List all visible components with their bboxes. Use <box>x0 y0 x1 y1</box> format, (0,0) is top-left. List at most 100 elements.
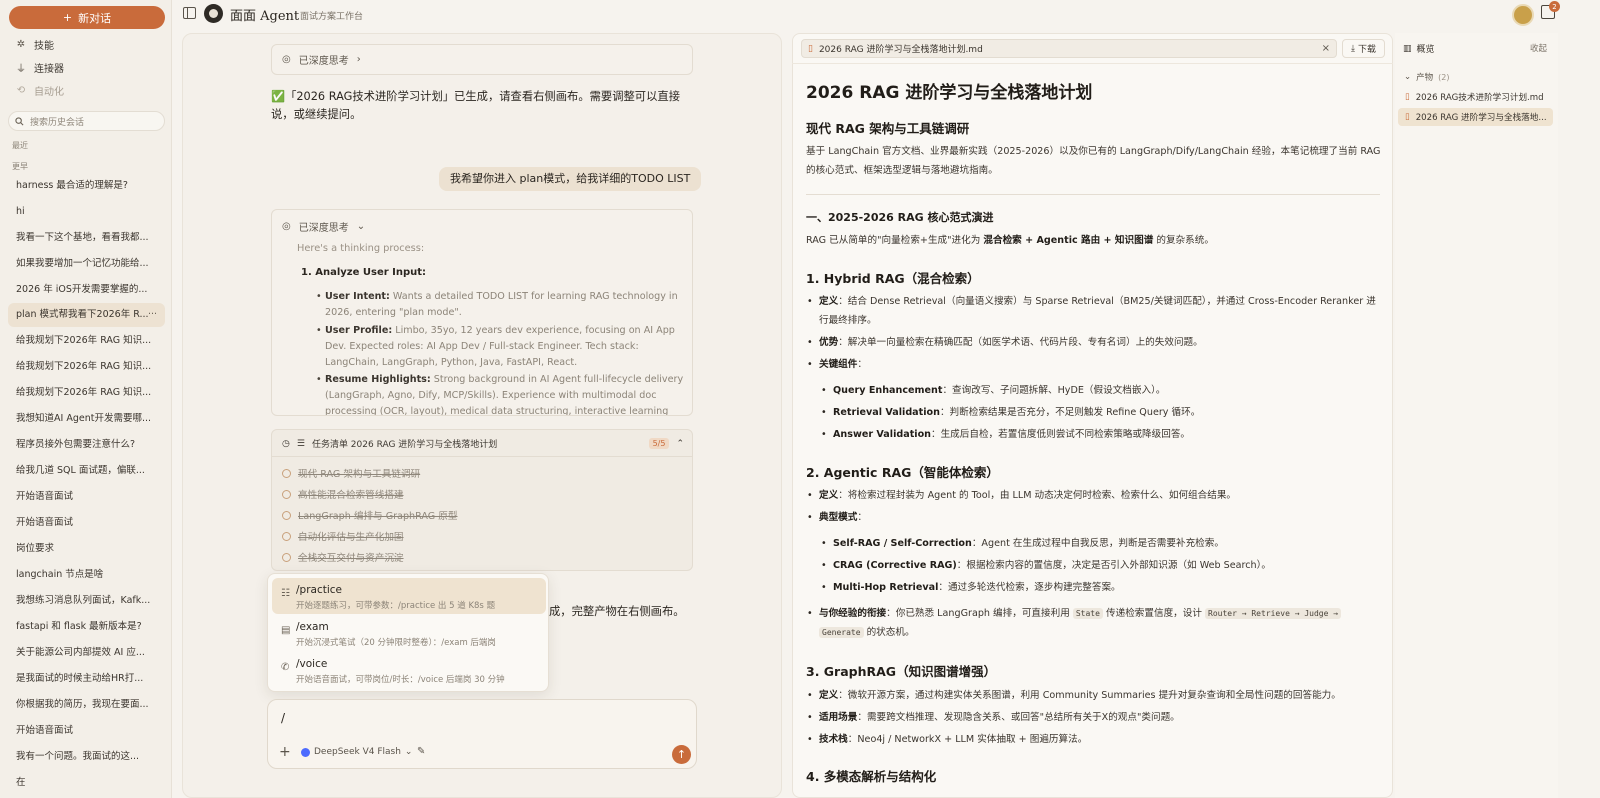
overview-title: 概览 <box>1416 45 1435 55</box>
plus-icon: + <box>62 11 73 24</box>
command-exam[interactable]: ▤ /exam 开始沉浸式笔试（20 分钟限时整卷）：/exam 后端岗 <box>272 615 546 651</box>
panel-icon: ▥ <box>1403 43 1412 54</box>
doc-heading: 现代 RAG 架构与工具链调研 <box>806 121 970 136</box>
file-icon: ▯ <box>808 43 813 54</box>
brand-logo <box>204 4 223 23</box>
doc-list-item: 定义：微软开源方案，通过构建实体关系图谱，利用 Community Summar… <box>807 686 1379 705</box>
artifact-group[interactable]: ⌄ 产物 (2) <box>1404 71 1449 83</box>
file-icon: ▯ <box>1405 112 1410 122</box>
inline-code: State <box>1072 608 1103 619</box>
sidebar-item-connectors[interactable]: ⏚ 连接器 <box>16 59 64 75</box>
artifact-count: (2) <box>1438 72 1450 82</box>
history-item[interactable]: 给我几道 SQL 面试题，偏联... <box>16 463 166 479</box>
history-item[interactable]: 给我规划下2026年 RAG 知识... <box>16 359 166 375</box>
sidebar-item-automation[interactable]: ⟲ 自动化 <box>16 82 64 98</box>
command-desc: 开始沉浸式笔试（20 分钟限时整卷）：/exam 后端岗 <box>296 638 496 648</box>
task-item: 全栈交互交付与资产沉淀 <box>282 550 404 564</box>
divider <box>792 63 1393 64</box>
artifact-item-selected[interactable]: ▯ 2026 RAG 进阶学习与全栈落地... <box>1398 108 1553 126</box>
download-icon: ⤓ <box>1351 43 1355 54</box>
history-item[interactable]: 我有一个问题。我面试的这... <box>16 749 166 765</box>
task-list-header[interactable]: ◷ ☰ 任务清单 2026 RAG 进阶学习与全栈落地计划 5/5 ⌃ <box>282 437 684 450</box>
doc-list-item: 关键组件： <box>807 355 1379 374</box>
task-check-icon <box>282 531 291 541</box>
command-desc: 开始逐题练习，可带参数：/practice 出 5 道 K8s 题 <box>296 601 496 611</box>
sidebar-item-skills[interactable]: ✲ 技能 <box>16 36 54 52</box>
thinking-label: 已深度思考 <box>298 223 349 234</box>
history-item[interactable]: 是我面试的时候主动给HR打... <box>16 671 166 687</box>
command-name: /exam <box>296 621 329 633</box>
thinking-collapsed[interactable]: ◎ 已深度思考 › <box>271 44 693 75</box>
avatar[interactable] <box>1512 4 1534 26</box>
artifact-label: 2026 RAG 进阶学习与全栈落地... <box>1415 113 1547 123</box>
doc-list-item: 与你经验的衔接：你已熟悉 LangGraph 编排，可直接利用 State 传递… <box>807 604 1379 642</box>
task-count-badge: 5/5 <box>648 438 670 449</box>
thinking-header[interactable]: ◎ 已深度思考 ⌄ <box>282 219 365 234</box>
history-item[interactable]: langchain 节点是啥 <box>16 567 166 583</box>
doc-list-item: Retrieval Validation：判断检索结果是否充分，不足则触发 Re… <box>821 403 1378 422</box>
artifact-item[interactable]: ▯ 2026 RAG技术进阶学习计划.md <box>1398 88 1553 106</box>
doc-list-item: Query Enhancement：查询改写、子问题拆解、HyDE（假设文档嵌入… <box>821 381 1378 400</box>
history-item[interactable]: 我看一下这个基地，看看我都... <box>16 230 166 246</box>
history-item[interactable]: 2026 年 iOS开发需要掌握的... <box>16 282 166 298</box>
command-practice[interactable]: ☷ /practice 开始逐题练习，可带参数：/practice 出 5 道 … <box>272 578 546 614</box>
doc-list-item: 技术栈：Neo4j / NetworkX + LLM 实体抽取 + 图遍历算法。 <box>807 730 1379 749</box>
history-item[interactable]: 岗位要求 <box>16 541 166 557</box>
model-name: DeepSeek V4 Flash <box>314 747 401 757</box>
task-item: 现代 RAG 架构与工具链调研 <box>282 466 420 480</box>
history-item[interactable]: 给我规划下2026年 RAG 知识... <box>16 333 166 349</box>
history-item-active[interactable]: plan 模式帮我看下2026年 R... ··· <box>8 303 165 327</box>
sidebar-toggle-icon[interactable] <box>183 7 196 19</box>
task-list-title: 任务清单 2026 RAG 进阶学习与全栈落地计划 <box>311 440 498 450</box>
composer-input[interactable]: / <box>281 711 285 725</box>
doc-list-item: 定义：结合 Dense Retrieval（向量语义搜索）与 Sparse Re… <box>807 292 1379 330</box>
history-item[interactable]: 关于能源公司内部提效 AI 应... <box>16 645 166 661</box>
file-icon: ▯ <box>1405 92 1410 102</box>
history-item[interactable]: 如果我要增加一个记忆功能给... <box>16 256 166 272</box>
history-item[interactable]: 你根据我的简历，我现在要面... <box>16 697 166 713</box>
history-item[interactable]: 开始语音面试 <box>16 723 166 739</box>
close-icon[interactable]: × <box>1322 43 1330 54</box>
task-check-icon <box>282 510 291 520</box>
command-voice[interactable]: ✆ /voice 开始语音面试，可带岗位/时长：/voice 后端岗 30 分钟 <box>272 652 546 688</box>
history-item[interactable]: hi <box>16 204 166 220</box>
document-tab[interactable]: ▯ 2026 RAG 进阶学习与全栈落地计划.md × <box>801 39 1337 58</box>
bulb-icon: ◎ <box>282 221 291 232</box>
doc-heading: 1. Hybrid RAG（混合检索） <box>806 271 980 286</box>
doc-heading: 4. 多模态解析与结构化 <box>806 769 937 784</box>
chevron-down-icon: ⌄ <box>1404 72 1412 82</box>
collapse-button[interactable]: 收起 <box>1530 42 1547 54</box>
clock-icon: ◷ <box>282 438 290 449</box>
download-label: 下载 <box>1357 45 1376 55</box>
thinking-bullet: User Profile: Limbo, 35yo, 12 years dev … <box>316 323 685 371</box>
brand-subtitle: 面试方案工作台 <box>300 12 364 22</box>
history-item[interactable]: 在 <box>16 775 166 791</box>
task-check-icon <box>282 468 291 478</box>
overview-header: ▥ 概览 <box>1403 42 1435 56</box>
history-search[interactable]: 搜索历史会话 <box>8 111 165 131</box>
notification-badge: 2 <box>1549 1 1560 12</box>
history-item[interactable]: 我想知道AI Agent开发需要哪... <box>16 411 166 427</box>
model-selector[interactable]: DeepSeek V4 Flash ⌄ <box>301 747 412 757</box>
history-item[interactable]: 开始语音面试 <box>16 515 166 531</box>
pen-icon[interactable]: ✎ <box>417 746 425 757</box>
thinking-expanded: ◎ 已深度思考 ⌄ Here's a thinking process: 1. … <box>271 209 693 416</box>
artifact-label: 2026 RAG技术进阶学习计划.md <box>1415 93 1544 103</box>
more-icon[interactable]: ··· <box>148 303 157 327</box>
new-chat-button[interactable]: + 新对话 <box>9 6 165 29</box>
history-item[interactable]: 我想练习消息队列面试，Kafk... <box>16 593 166 609</box>
history-item[interactable]: 给我规划下2026年 RAG 知识... <box>16 385 166 401</box>
doc-list-item: Answer Validation：生成后自检，若置信度低则尝试不同检索策略或降… <box>821 425 1378 444</box>
history-item[interactable]: fastapi 和 flask 最新版本是? <box>16 619 166 635</box>
attach-plus-icon[interactable]: + <box>279 744 291 760</box>
doc-list-item: Multi-Hop Retrieval：通过多轮迭代检索，逐步构建完整答案。 <box>821 578 1378 597</box>
thinking-bullet: Resume Highlights: Strong background in … <box>316 372 685 415</box>
message-composer[interactable]: / + DeepSeek V4 Flash ⌄ ✎ ↑ <box>267 699 697 769</box>
download-button[interactable]: ⤓ 下载 <box>1342 39 1385 58</box>
history-item[interactable]: 程序员接外包需要注意什么? <box>16 437 166 453</box>
history-item[interactable]: 开始语音面试 <box>16 489 166 505</box>
history-item[interactable]: harness 最合适的理解是? <box>16 178 166 194</box>
automation-icon: ⟲ <box>16 84 26 96</box>
doc-list-item: 典型模式： <box>807 508 1379 527</box>
send-button[interactable]: ↑ <box>672 745 691 764</box>
